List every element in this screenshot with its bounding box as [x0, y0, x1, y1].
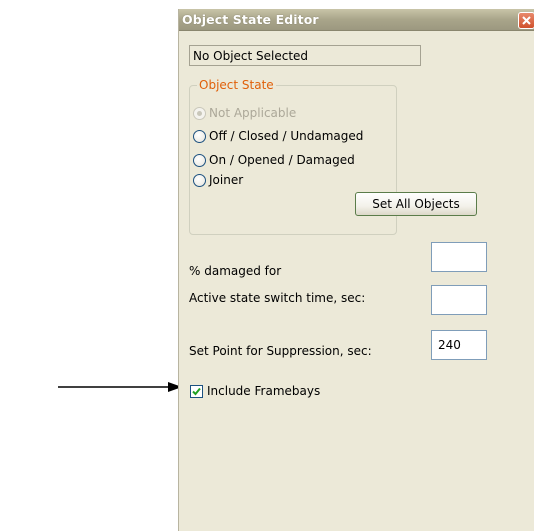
radio-label: Not Applicable — [209, 106, 297, 120]
radio-on-opened-damaged[interactable]: On / Opened / Damaged — [193, 152, 355, 168]
damaged-for-label: % damaged for — [189, 264, 282, 278]
object-state-group-label: Object State — [197, 78, 276, 92]
suppression-input[interactable] — [431, 330, 487, 360]
include-framebays-label: Include Framebays — [207, 384, 321, 398]
radio-button-icon — [193, 153, 206, 167]
damaged-for-input[interactable] — [431, 242, 487, 272]
title-bar[interactable]: Object State Editor — [179, 9, 534, 31]
radio-label: On / Opened / Damaged — [209, 153, 355, 167]
close-x-icon — [522, 16, 531, 25]
radio-label: Joiner — [209, 173, 244, 187]
radio-button-icon — [193, 129, 206, 143]
selected-object-field: No Object Selected — [189, 45, 421, 66]
suppression-label: Set Point for Suppression, sec: — [189, 344, 372, 358]
radio-button-icon — [193, 173, 206, 187]
checkmark-icon — [192, 387, 201, 395]
callout-arrow — [58, 382, 182, 392]
close-button[interactable] — [518, 12, 534, 29]
set-all-objects-button[interactable]: Set All Objects — [355, 192, 477, 216]
include-framebays-checkbox[interactable]: Include Framebays — [190, 383, 320, 399]
switch-time-label: Active state switch time, sec: — [189, 291, 366, 305]
radio-not-applicable[interactable]: Not Applicable — [193, 105, 296, 121]
radio-off-closed-undamaged[interactable]: Off / Closed / Undamaged — [193, 128, 363, 144]
window-title: Object State Editor — [182, 12, 319, 27]
radio-button-icon — [193, 106, 206, 120]
object-state-editor-window: Object State Editor No Object Selected O… — [178, 9, 534, 531]
checkbox-checked-icon — [190, 384, 203, 398]
switch-time-input[interactable] — [431, 285, 487, 315]
radio-joiner[interactable]: Joiner — [193, 172, 243, 188]
radio-label: Off / Closed / Undamaged — [209, 129, 364, 143]
